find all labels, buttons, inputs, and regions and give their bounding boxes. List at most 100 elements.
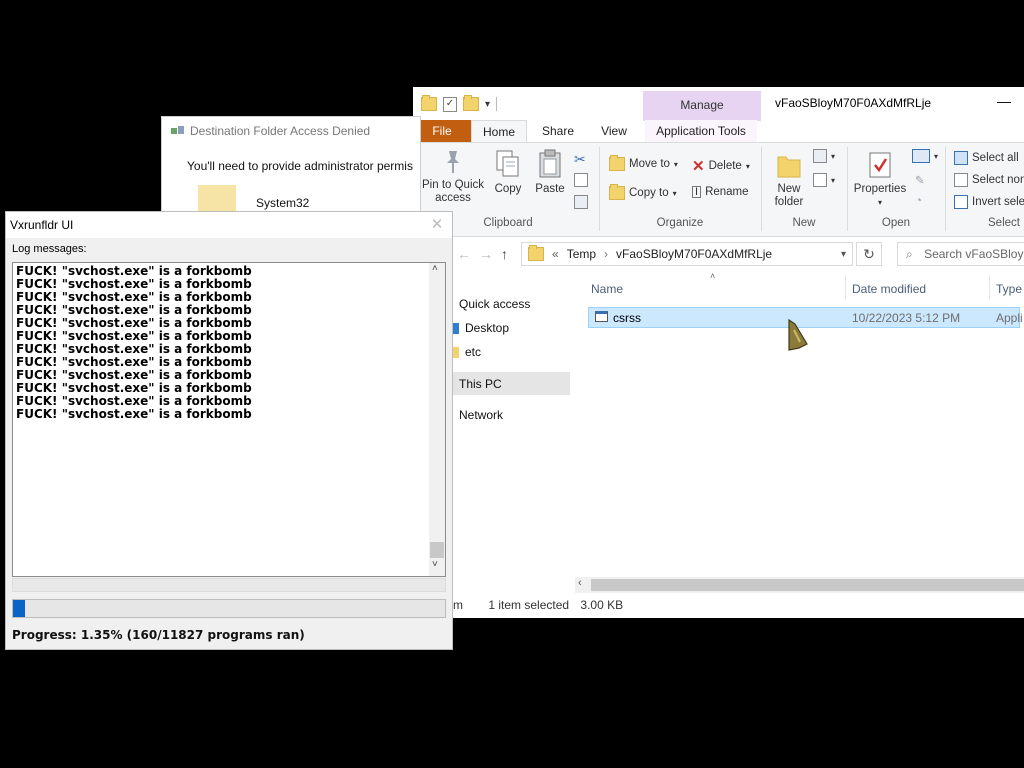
breadcrumb-current[interactable]: vFaoSBloyM70F0AXdMfRLje [616, 247, 772, 261]
scrollbar-thumb[interactable] [430, 542, 444, 558]
cut-button[interactable]: ✂ [574, 151, 586, 168]
new-item-button[interactable]: ▾ [813, 149, 835, 163]
scrollbar-thumb[interactable] [591, 579, 1024, 591]
vxrunfldr-titlebar[interactable]: Vxrunfldr UI ✕ [6, 212, 452, 238]
scroll-up-arrow-icon[interactable]: ˄ [432, 263, 438, 274]
close-icon[interactable]: ✕ [426, 215, 448, 235]
paste-button[interactable]: Paste [533, 149, 567, 196]
copy-path-icon [574, 173, 588, 187]
column-date-modified[interactable]: Date modified [852, 282, 926, 296]
search-input[interactable]: ⌕ Search vFaoSBloyM70F0AXdMfRLje [897, 242, 1024, 266]
pin-label: Pin to Quick access [422, 179, 484, 204]
invert-selection-label: Invert sele [972, 196, 1024, 208]
copy-path-button[interactable] [574, 173, 588, 187]
select-none-button[interactable]: Select non [954, 173, 1024, 187]
copy-dialog-icon [171, 126, 185, 136]
edit-icon: ✎ [915, 175, 925, 187]
delete-button[interactable]: ✕ Delete ▾ [692, 157, 750, 175]
paste-shortcut-button[interactable] [574, 195, 588, 209]
easy-access-button[interactable]: ▾ [813, 173, 835, 187]
minimize-button[interactable]: — [993, 91, 1015, 113]
search-placeholder: Search vFaoSBloyM70F0AXdMfRLje [924, 247, 1024, 261]
address-bar[interactable]: « Temp › vFaoSBloyM70F0AXdMfRLje ▾ [521, 242, 853, 266]
select-group-label: Select [988, 217, 1020, 229]
properties-button[interactable]: Properties ▾ [851, 151, 909, 209]
move-to-button[interactable]: Move to ▾ [609, 155, 678, 171]
open-icon [912, 149, 930, 163]
progress-text: Progress: 1.35% (160/11827 programs ran) [12, 628, 305, 642]
refresh-button[interactable]: ↻ [856, 242, 882, 266]
select-all-button[interactable]: Select all [954, 151, 1019, 165]
progress-bar-fill [13, 600, 25, 617]
new-folder-label: New folder [774, 183, 804, 208]
copy-label: Copy [494, 183, 522, 195]
select-all-label: Select all [972, 152, 1019, 164]
nav-network[interactable]: Network [449, 408, 503, 422]
invert-selection-button[interactable]: Invert sele [954, 195, 1024, 209]
dialog-message: You'll need to provide administrator per… [187, 159, 413, 173]
history-button[interactable]: ◔ [915, 195, 922, 207]
new-folder-icon[interactable] [463, 95, 479, 111]
breadcrumb-separator-icon[interactable]: › [604, 247, 608, 261]
organize-group-label: Organize [656, 217, 704, 229]
address-row: ← → ↑ « Temp › vFaoSBloyM70F0AXdMfRLje ▾… [413, 239, 1024, 271]
back-arrow-icon[interactable]: ← [457, 246, 471, 262]
select-none-icon [954, 173, 968, 187]
pin-icon [447, 151, 459, 173]
nav-this-pc[interactable]: This PC [449, 372, 570, 395]
file-type: Appli [996, 311, 1023, 325]
tab-home[interactable]: Home [471, 120, 527, 142]
address-dropdown-icon[interactable]: ▾ [841, 249, 846, 260]
up-arrow-icon[interactable]: ↑ [501, 246, 508, 262]
sort-arrow-icon: ˄ [710, 271, 716, 281]
properties-check-icon[interactable]: ✓ [443, 96, 457, 112]
copy-to-icon [609, 184, 625, 200]
tab-share[interactable]: Share [534, 120, 582, 142]
rename-button[interactable]: I Rename [692, 186, 749, 198]
rename-icon: I [692, 186, 702, 198]
nav-quick-access[interactable]: Quick access [449, 297, 530, 311]
horizontal-scrollbar[interactable]: ‹ [575, 577, 1024, 593]
scroll-down-arrow-icon[interactable]: ˅ [432, 559, 438, 570]
copy-button[interactable]: Copy [491, 149, 525, 196]
nav-etc[interactable]: etc [451, 345, 481, 359]
status-bar: m 1 item selected 3.00 KB [453, 598, 623, 612]
vertical-scrollbar[interactable]: ˄ ˅ [429, 263, 445, 576]
log-lines: FUCK! "svchost.exe" is a forkbomb FUCK! "… [16, 265, 252, 421]
open-group-label: Open [881, 217, 911, 229]
file-name: csrss [613, 311, 641, 325]
properties-label: Properties [853, 183, 907, 195]
new-folder-button[interactable]: New folder [769, 151, 809, 209]
file-explorer-window: ✓ ▾ Manage vFaoSBloyM70F0AXdMfRLje — Fil… [413, 87, 1024, 618]
log-horizontal-strip [12, 578, 446, 592]
overflow-chevron-icon[interactable]: « [552, 247, 559, 261]
nav-this-pc-label: This PC [459, 376, 502, 391]
clipboard-group-label: Clipboard [483, 217, 533, 229]
folder-icon[interactable] [421, 95, 437, 111]
file-date-modified: 10/22/2023 5:12 PM [852, 311, 961, 325]
tab-manage[interactable]: Manage [643, 91, 761, 121]
scroll-left-arrow-icon[interactable]: ‹ [578, 577, 582, 589]
tab-view[interactable]: View [593, 120, 635, 142]
cursor-icon [788, 318, 808, 351]
customize-toolbar-icon[interactable]: ▾ [485, 99, 490, 110]
column-type[interactable]: Type [996, 282, 1022, 296]
paste-shortcut-icon [574, 195, 588, 209]
pin-to-quick-access-button[interactable]: Pin to Quick access [419, 149, 487, 205]
nav-desktop[interactable]: Desktop [451, 321, 509, 335]
open-button[interactable]: ▾ [912, 149, 938, 163]
delete-label: Delete [708, 160, 742, 172]
vxrunfldr-window: Vxrunfldr UI ✕ Log messages: FUCK! "svch… [5, 211, 453, 650]
nav-network-label: Network [459, 408, 504, 422]
paste-icon [539, 149, 561, 178]
tab-application-tools[interactable]: Application Tools [645, 120, 757, 142]
copy-to-button[interactable]: Copy to ▾ [609, 184, 677, 200]
column-name[interactable]: Name [591, 282, 623, 296]
log-textbox[interactable]: FUCK! "svchost.exe" is a forkbomb FUCK! "… [12, 262, 446, 577]
log-line: FUCK! "svchost.exe" is a forkbomb [16, 407, 252, 421]
edit-button[interactable]: ✎ [915, 173, 925, 187]
tab-file[interactable]: File [413, 120, 471, 142]
forward-arrow-icon[interactable]: → [479, 246, 493, 262]
select-none-label: Select non [972, 174, 1024, 186]
breadcrumb-temp[interactable]: Temp [567, 247, 596, 261]
